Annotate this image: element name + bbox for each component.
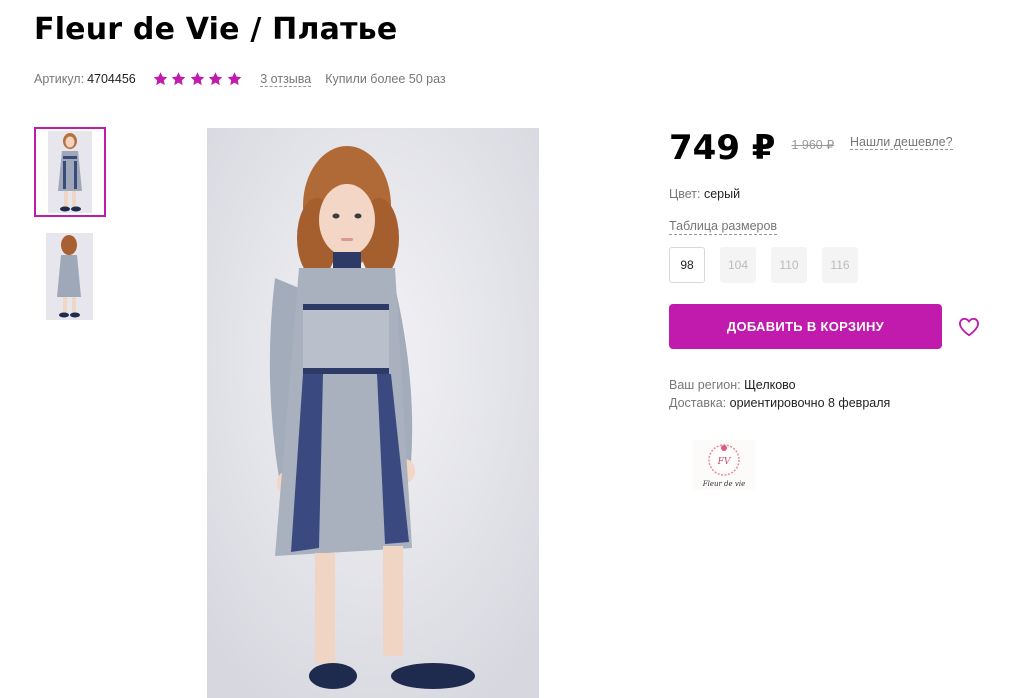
- size-selector: 98 104 110 116: [669, 247, 873, 283]
- star-icon: [190, 72, 205, 86]
- star-icon: [153, 72, 168, 86]
- price-row: 749 ₽ 1 960 ₽: [669, 128, 834, 168]
- region-value[interactable]: Щелково: [744, 378, 796, 392]
- svg-text:Fleur de vie: Fleur de vie: [702, 480, 746, 488]
- product-meta: Артикул: 4704456 3 отзыва Купили более 5…: [34, 70, 446, 88]
- fleur-de-vie-logo-icon: FV Fleur de vie: [702, 444, 746, 488]
- page-title: Fleur de Vie / Платье: [34, 12, 398, 47]
- delivery-label: Доставка:: [669, 396, 727, 410]
- star-icon: [171, 72, 186, 86]
- heart-icon[interactable]: [958, 317, 980, 337]
- color-value: серый: [703, 187, 741, 201]
- add-to-cart-button[interactable]: ДОБАВИТЬ В КОРЗИНУ: [669, 304, 942, 349]
- region-row: Ваш регион: Щелково: [669, 376, 890, 394]
- reviews-link[interactable]: 3 отзыва: [260, 72, 312, 87]
- dress-back-thumbnail-image: [46, 233, 93, 320]
- delivery-info: Ваш регион: Щелково Доставка: ориентиров…: [669, 376, 890, 412]
- sku-label: Артикул:: [34, 72, 85, 86]
- region-label: Ваш регион:: [669, 378, 741, 392]
- dress-front-thumbnail-image: [48, 131, 92, 213]
- brand-logo[interactable]: FV Fleur de vie: [693, 440, 755, 490]
- size-option[interactable]: 104: [720, 247, 756, 283]
- color-label: Цвет:: [669, 187, 701, 201]
- delivery-row: Доставка: ориентировочно 8 февраля: [669, 394, 890, 412]
- star-icon: [208, 72, 223, 86]
- star-icon: [227, 72, 242, 86]
- thumbnail-back[interactable]: [46, 233, 93, 320]
- main-product-image[interactable]: [207, 128, 539, 698]
- sku-value: 4704456: [87, 72, 136, 86]
- bought-count: Купили более 50 раз: [325, 72, 446, 86]
- delivery-value: ориентировочно 8 февраля: [729, 396, 891, 410]
- old-price: 1 960 ₽: [791, 138, 835, 152]
- svg-text:FV: FV: [717, 457, 732, 467]
- rating-stars: [152, 71, 245, 87]
- thumbnail-front[interactable]: [34, 127, 106, 217]
- color-row: Цвет: серый: [669, 187, 740, 201]
- girl-in-dress-photo: [207, 128, 539, 698]
- size-option[interactable]: 110: [771, 247, 807, 283]
- size-option[interactable]: 116: [822, 247, 858, 283]
- size-table-link[interactable]: Таблица размеров: [669, 219, 778, 235]
- found-cheaper-link[interactable]: Нашли дешевле?: [850, 135, 953, 150]
- price: 749 ₽: [669, 128, 776, 168]
- size-option[interactable]: 98: [669, 247, 705, 283]
